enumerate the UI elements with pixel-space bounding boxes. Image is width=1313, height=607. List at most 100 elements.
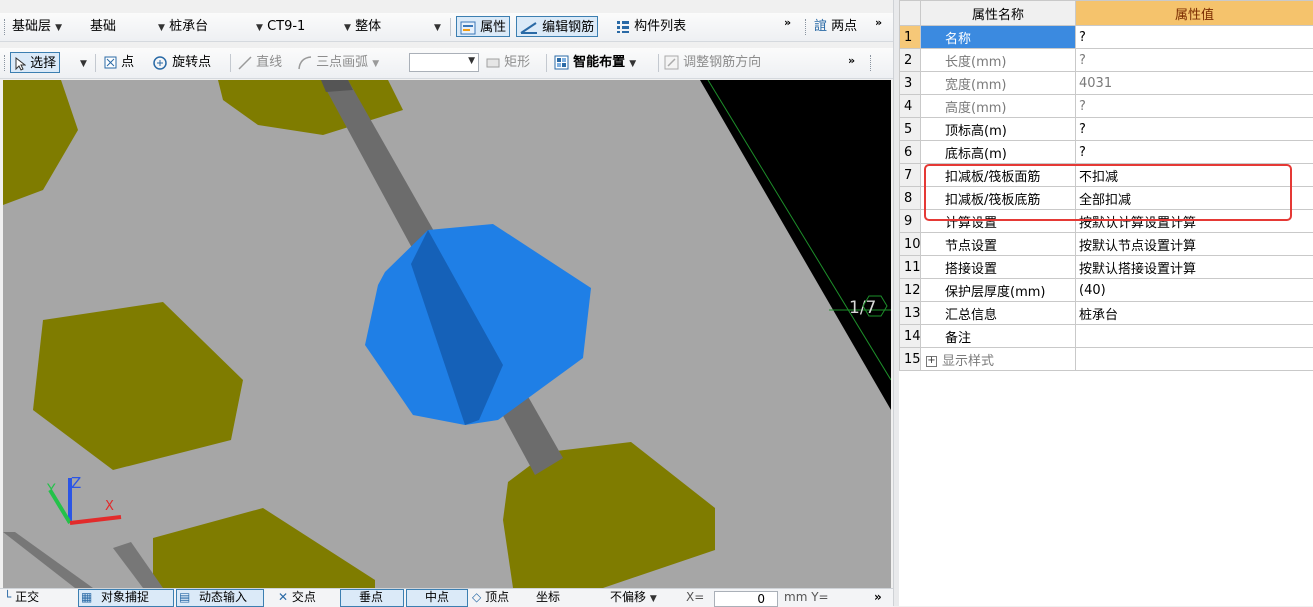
row-number: 12 xyxy=(900,279,921,302)
property-name[interactable]: 顶标高(m) xyxy=(921,118,1076,141)
object-snap-button[interactable]: ▦ 对象捕捉 xyxy=(78,589,174,607)
viewport-scene[interactable]: Y Z X 1/7 xyxy=(3,80,891,588)
property-value[interactable]: (40) xyxy=(1076,279,1313,302)
property-value[interactable]: ? xyxy=(1076,141,1313,164)
pile-cap[interactable] xyxy=(3,80,78,205)
overflow-chevron-icon[interactable]: » xyxy=(874,588,882,607)
property-value[interactable]: 4031 xyxy=(1076,72,1313,95)
perpendicular-button[interactable]: 垂点 xyxy=(340,589,404,607)
property-value[interactable] xyxy=(1076,325,1313,348)
element-dropdown[interactable]: ▼ CT9-1 xyxy=(256,13,305,41)
floor-dropdown[interactable]: 基础层 ▼ xyxy=(12,13,62,41)
property-row[interactable]: 14 备注 xyxy=(900,325,1313,348)
toolbar-grip[interactable] xyxy=(4,19,7,35)
property-value[interactable]: 桩承台 xyxy=(1076,302,1313,325)
property-name[interactable]: 保护层厚度(mm) xyxy=(921,279,1076,302)
overflow-chevron-icon[interactable]: » xyxy=(875,13,882,33)
property-value[interactable] xyxy=(1076,348,1313,371)
three-point-arc-button[interactable]: 三点画弧 ▼ xyxy=(298,49,379,77)
property-name[interactable]: 底标高(m) xyxy=(921,141,1076,164)
toolbar-grip[interactable] xyxy=(4,55,7,71)
dynamic-input-label: 动态输入 xyxy=(199,588,247,607)
rectangle-button[interactable]: 矩形 xyxy=(486,49,530,77)
property-row[interactable]: 13 汇总信息 桩承台 xyxy=(900,302,1313,325)
property-name[interactable]: 节点设置 xyxy=(921,233,1076,256)
select-dropdown[interactable]: ▼ xyxy=(80,49,87,77)
property-name[interactable]: 高度(mm) xyxy=(921,95,1076,118)
property-name[interactable]: 扣减板/筏板底筋 xyxy=(921,187,1076,210)
expand-plus-icon[interactable]: + xyxy=(926,356,937,367)
property-value[interactable]: 按默认搭接设置计算 xyxy=(1076,256,1313,279)
property-row[interactable]: 2 长度(mm) ? xyxy=(900,49,1313,72)
row-number: 6 xyxy=(900,141,921,164)
pile-cap[interactable] xyxy=(33,302,243,470)
beam[interactable] xyxy=(3,532,93,588)
toolbar-grip[interactable] xyxy=(870,55,873,71)
property-value[interactable]: ? xyxy=(1076,49,1313,72)
intersection-button[interactable]: ✕ 交点 xyxy=(278,588,316,607)
separator xyxy=(95,54,96,72)
scope-dropdown-arrow[interactable]: ▼ xyxy=(434,13,441,41)
3d-viewport[interactable]: Y Z X 1/7 xyxy=(3,80,891,588)
rotate-point-button[interactable]: 旋转点 xyxy=(152,49,211,77)
property-value[interactable]: ? xyxy=(1076,95,1313,118)
property-name[interactable]: 宽度(mm) xyxy=(921,72,1076,95)
adjust-rebar-direction-button[interactable]: 调整钢筋方向 xyxy=(664,49,761,77)
property-name[interactable]: 长度(mm) xyxy=(921,49,1076,72)
dropdown-arrow-icon: ▼ xyxy=(468,56,475,66)
pile-cap[interactable] xyxy=(218,80,403,135)
property-value[interactable]: 按默认计算设置计算 xyxy=(1076,210,1313,233)
property-value[interactable]: 不扣减 xyxy=(1076,164,1313,187)
midpoint-button[interactable]: 中点 xyxy=(406,589,468,607)
scope-dropdown[interactable]: ▼ 整体 xyxy=(344,13,381,41)
property-row[interactable]: 11 搭接设置 按默认搭接设置计算 xyxy=(900,256,1313,279)
properties-label: 属性 xyxy=(480,20,506,35)
select-button[interactable]: 选择 xyxy=(10,52,60,73)
smart-layout-button[interactable]: 智能布置 ▼ xyxy=(554,49,636,77)
category-dropdown[interactable]: 基础 xyxy=(90,13,116,41)
axis-x-label: X xyxy=(105,499,114,514)
property-name[interactable]: 汇总信息 xyxy=(921,302,1076,325)
property-name[interactable]: 备注 xyxy=(921,325,1076,348)
line-button[interactable]: 直线 xyxy=(238,49,282,77)
properties-button[interactable]: 属性 xyxy=(456,16,510,37)
property-row[interactable]: 5 顶标高(m) ? xyxy=(900,118,1313,141)
property-value[interactable]: ? xyxy=(1076,118,1313,141)
property-row[interactable]: 10 节点设置 按默认节点设置计算 xyxy=(900,233,1313,256)
property-row[interactable]: 3 宽度(mm) 4031 xyxy=(900,72,1313,95)
x-coordinate-input[interactable]: 0 xyxy=(714,591,778,607)
property-value[interactable]: 按默认节点设置计算 xyxy=(1076,233,1313,256)
two-point-button[interactable]: 誼 两点 xyxy=(814,13,857,41)
dynamic-input-button[interactable]: ▤ 动态输入 xyxy=(176,589,264,607)
type-dropdown[interactable]: ▼ 桩承台 xyxy=(158,13,208,41)
toolbar-grip[interactable] xyxy=(805,19,808,35)
arc-icon xyxy=(298,56,312,70)
component-list-button[interactable]: 构件列表 xyxy=(616,13,686,41)
property-name[interactable]: 搭接设置 xyxy=(921,256,1076,279)
vertex-button[interactable]: ◇ 顶点 xyxy=(472,588,509,607)
point-button[interactable]: 点 xyxy=(104,49,134,77)
property-row[interactable]: 9 计算设置 按默认计算设置计算 xyxy=(900,210,1313,233)
property-row[interactable]: 12 保护层厚度(mm) (40) xyxy=(900,279,1313,302)
overflow-chevron-icon[interactable]: » xyxy=(784,13,791,33)
property-value[interactable]: 全部扣减 xyxy=(1076,187,1313,210)
property-value[interactable]: ? xyxy=(1076,26,1313,49)
pile-cap[interactable] xyxy=(153,508,375,588)
overflow-chevron-icon[interactable]: » xyxy=(848,51,855,71)
property-name-expandable[interactable]: +显示样式 xyxy=(921,348,1076,371)
property-row[interactable]: 4 高度(mm) ? xyxy=(900,95,1313,118)
row-number: 3 xyxy=(900,72,921,95)
property-row[interactable]: 8 扣减板/筏板底筋 全部扣减 xyxy=(900,187,1313,210)
property-name[interactable]: 名称 xyxy=(921,26,1076,49)
property-name[interactable]: 扣减板/筏板面筋 xyxy=(921,164,1076,187)
property-row[interactable]: 7 扣减板/筏板面筋 不扣减 xyxy=(900,164,1313,187)
property-row[interactable]: 1 名称 ? xyxy=(900,26,1313,49)
property-row[interactable]: 15 +显示样式 xyxy=(900,348,1313,371)
property-row[interactable]: 6 底标高(m) ? xyxy=(900,141,1313,164)
coordinate-button[interactable]: 坐标 xyxy=(536,588,560,607)
offset-dropdown[interactable]: 不偏移 ▼ xyxy=(610,588,657,607)
ortho-button[interactable]: └ 正交 xyxy=(4,588,39,607)
property-name[interactable]: 计算设置 xyxy=(921,210,1076,233)
edit-rebar-button[interactable]: 编辑钢筋 xyxy=(516,16,598,37)
line-style-combobox[interactable]: ▼ xyxy=(409,53,479,72)
